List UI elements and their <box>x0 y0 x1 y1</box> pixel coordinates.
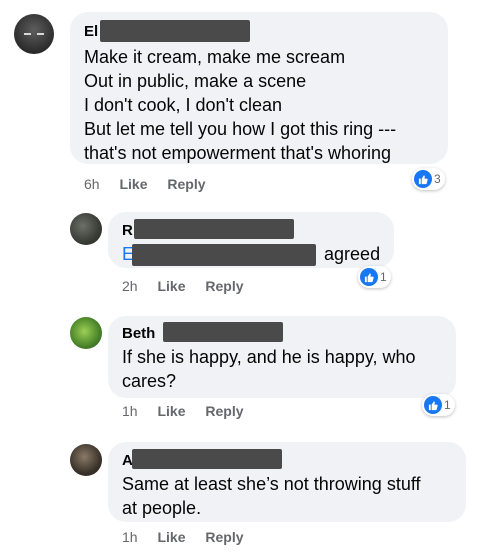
like-button[interactable]: Like <box>157 529 185 545</box>
comment-actions: 1h Like Reply <box>122 403 260 419</box>
timestamp[interactable]: 6h <box>84 176 100 192</box>
like-button[interactable]: Like <box>119 176 147 192</box>
avatar[interactable] <box>14 14 54 54</box>
commenter-name[interactable]: Beth <box>122 325 155 342</box>
reaction-count: 3 <box>434 172 441 186</box>
reply-button[interactable]: Reply <box>205 529 243 545</box>
reply-button[interactable]: Reply <box>205 278 243 294</box>
name-redaction <box>132 449 282 469</box>
reaction-badge[interactable]: 1 <box>358 266 391 288</box>
name-redaction <box>163 322 283 342</box>
reaction-count: 1 <box>444 398 451 412</box>
comment-text: Same at least she’s not throwing stuff a… <box>122 474 421 518</box>
reply-button[interactable]: Reply <box>167 176 205 192</box>
comment-actions: 1h Like Reply <box>122 529 260 545</box>
comment-actions: 2h Like Reply <box>122 278 260 294</box>
thumbs-up-icon <box>414 170 432 188</box>
avatar[interactable] <box>70 213 102 245</box>
reaction-count: 1 <box>380 270 387 284</box>
name-redaction <box>100 20 250 42</box>
reaction-badge[interactable]: 1 <box>422 394 455 416</box>
thumbs-up-icon <box>424 396 442 414</box>
like-button[interactable]: Like <box>157 278 185 294</box>
thumbs-up-icon <box>360 268 378 286</box>
commenter-name[interactable]: R <box>122 222 133 239</box>
name-redaction <box>134 219 294 239</box>
mention-redaction <box>132 244 316 266</box>
avatar[interactable] <box>70 317 102 349</box>
timestamp[interactable]: 1h <box>122 529 138 545</box>
reply-button[interactable]: Reply <box>205 403 243 419</box>
comment-text: Make it cream, make me scream Out in pub… <box>84 47 397 163</box>
like-button[interactable]: Like <box>157 403 185 419</box>
comment-actions: 6h Like Reply <box>84 176 222 192</box>
timestamp[interactable]: 1h <box>122 403 138 419</box>
avatar[interactable] <box>70 444 102 476</box>
commenter-name[interactable]: El <box>84 23 98 40</box>
reaction-badge[interactable]: 3 <box>412 168 445 190</box>
comment-text: If she is happy, and he is happy, who ca… <box>122 347 416 391</box>
timestamp[interactable]: 2h <box>122 278 138 294</box>
